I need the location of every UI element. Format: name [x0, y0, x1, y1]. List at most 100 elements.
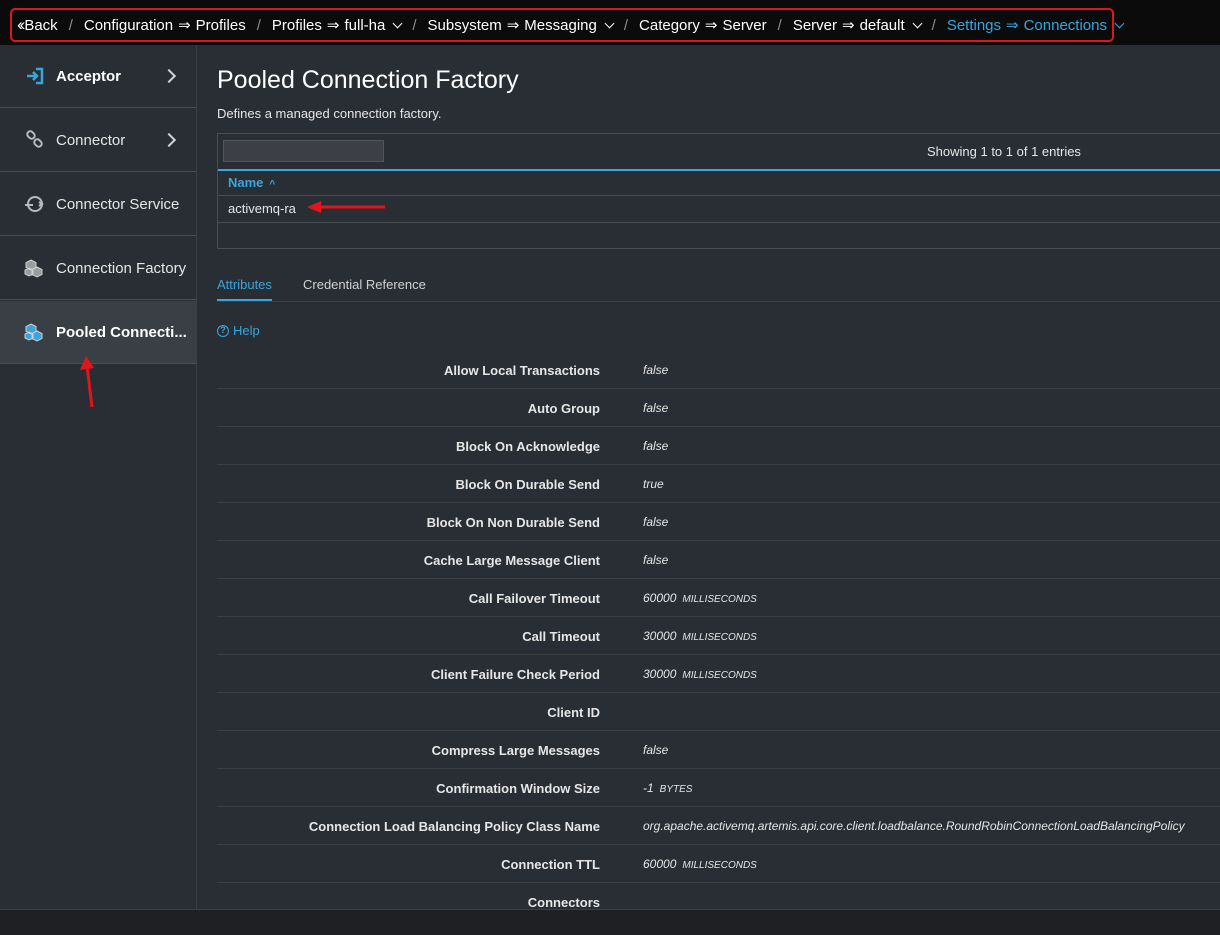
question-circle-icon: ?	[217, 324, 229, 337]
attribute-unit: BYTES	[659, 784, 693, 795]
table-toolbar: Showing 1 to 1 of 1 entries	[218, 134, 1220, 171]
attribute-row: Client ID	[217, 693, 1220, 731]
attribute-value-text: false	[643, 363, 669, 377]
column-header-name[interactable]: Name ^	[228, 175, 275, 190]
attribute-row: Confirmation Window Size -1 BYTES	[217, 769, 1220, 807]
breadcrumb: ‹‹ Back / Configuration ⇒ Profiles / Pro…	[10, 8, 1125, 42]
attribute-value: -1 BYTES	[643, 781, 692, 795]
attribute-label: Block On Acknowledge	[456, 439, 600, 454]
attribute-value	[643, 895, 649, 909]
row-name-cell: activemq-ra	[228, 201, 296, 216]
sort-ascending-icon: ^	[269, 179, 276, 190]
sidebar-item-connector-service[interactable]: Connector Service	[0, 173, 196, 236]
attribute-value: false	[643, 439, 674, 453]
attribute-value-text: false	[643, 515, 669, 529]
breadcrumb-separator: /	[623, 16, 629, 34]
sign-in-icon	[23, 65, 47, 87]
attribute-label: Call Timeout	[522, 629, 600, 644]
attribute-row: Block On Acknowledge false	[217, 427, 1220, 465]
breadcrumb-item-server[interactable]: Server ⇒ default	[793, 16, 923, 34]
breadcrumb-item-configuration[interactable]: Configuration ⇒ Profiles	[83, 16, 246, 35]
tab-attributes[interactable]: Attributes	[217, 277, 272, 301]
chevron-down-icon[interactable]	[604, 18, 615, 28]
help-label: Help	[233, 323, 260, 338]
breadcrumb-separator: /	[777, 16, 782, 34]
attribute-value-text: 60000	[643, 857, 677, 871]
back-link[interactable]: ‹‹ Back	[17, 15, 58, 35]
sidebar-item-connection-factory[interactable]: Connection Factory	[0, 237, 196, 300]
page-title: Pooled Connection Factory	[217, 66, 519, 94]
sidebar-item-label: Acceptor	[56, 67, 122, 85]
breadcrumb-item-profiles[interactable]: Profiles ⇒ full-ha	[271, 16, 403, 34]
attribute-row: Connection Load Balancing Policy Class N…	[217, 807, 1220, 845]
breadcrumb-separator: /	[931, 16, 936, 34]
attribute-label: Compress Large Messages	[431, 743, 600, 758]
breadcrumb-child: Messaging	[524, 16, 597, 34]
attribute-unit: MILLISECONDS	[682, 860, 757, 871]
attribute-label: Cache Large Message Client	[423, 553, 600, 568]
breadcrumb-arrow: ⇒	[842, 17, 855, 34]
breadcrumb-arrow: ⇒	[506, 17, 520, 34]
sidebar-item-label: Connector Service	[56, 195, 180, 213]
attribute-value-text: true	[643, 477, 664, 491]
breadcrumb-parent: Subsystem	[427, 16, 502, 34]
back-label: Back	[24, 16, 58, 34]
chevron-down-icon[interactable]	[912, 18, 923, 28]
attribute-label: Block On Non Durable Send	[426, 515, 600, 530]
sidebar-item-acceptor[interactable]: Acceptor	[0, 45, 196, 108]
breadcrumb-parent: Configuration	[83, 16, 174, 34]
chevron-down-icon[interactable]	[1114, 18, 1125, 28]
cubes-icon	[23, 321, 47, 343]
sidebar: Acceptor Connector Connector Service Con…	[0, 45, 197, 909]
column-header-label: Name	[228, 175, 264, 190]
pagination-info: Showing 1 to 1 of 1 entries	[927, 144, 1081, 159]
attribute-row: Auto Group false	[217, 389, 1220, 427]
attribute-label: Client ID	[547, 705, 600, 720]
breadcrumb-child: full-ha	[344, 16, 386, 34]
attribute-row: Client Failure Check Period 30000 MILLISEC…	[217, 655, 1220, 693]
filter-input[interactable]	[223, 140, 384, 162]
attribute-value-text: false	[643, 401, 669, 415]
cubes-icon	[23, 257, 47, 279]
breadcrumb-child: Server	[722, 16, 767, 34]
attribute-label: Connection TTL	[501, 857, 600, 872]
attribute-row: Call Timeout 30000 MILLISECONDS	[217, 617, 1220, 655]
attribute-value: false	[643, 515, 674, 529]
help-link[interactable]: ? Help	[217, 323, 260, 338]
attribute-value	[643, 705, 649, 719]
attribute-unit: MILLISECONDS	[682, 670, 757, 681]
sidebar-item-connector[interactable]: Connector	[0, 109, 196, 172]
attribute-row: Call Failover Timeout 60000 MILLISECONDS	[217, 579, 1220, 617]
breadcrumb-item-category[interactable]: Category ⇒ Server	[639, 16, 767, 35]
attribute-label: Confirmation Window Size	[436, 781, 600, 796]
breadcrumb-arrow: ⇒	[1006, 17, 1019, 34]
attribute-label: Allow Local Transactions	[443, 363, 600, 378]
breadcrumb-item-subsystem[interactable]: Subsystem ⇒ Messaging	[427, 16, 615, 34]
attribute-row: Block On Non Durable Send false	[217, 503, 1220, 541]
breadcrumb-child: Profiles	[195, 16, 246, 34]
attribute-value-text: false	[643, 439, 669, 453]
annotation-arrow-icon	[80, 356, 94, 408]
chevron-right-icon	[161, 132, 177, 148]
chevron-down-icon[interactable]	[392, 18, 403, 28]
attribute-value-text: org.apache.activemq.artemis.api.core.cli…	[643, 819, 1185, 833]
attribute-unit: MILLISECONDS	[682, 594, 757, 605]
attribute-label: Call Failover Timeout	[468, 591, 600, 606]
attribute-value-text: -1	[643, 781, 654, 795]
tab-credential-reference[interactable]: Credential Reference	[303, 277, 426, 299]
breadcrumb-parent: Profiles	[271, 16, 322, 34]
attribute-value-text: false	[643, 553, 669, 567]
attribute-row: Compress Large Messages false	[217, 731, 1220, 769]
breadcrumb-separator: /	[412, 16, 417, 34]
attribute-value: true	[643, 477, 670, 491]
attribute-value: false	[643, 553, 674, 567]
sidebar-item-label: Connection Factory	[56, 259, 187, 277]
attribute-label: Client Failure Check Period	[430, 667, 600, 682]
breadcrumb-item-settings[interactable]: Settings ⇒ Connections	[947, 16, 1125, 34]
attribute-label: Connectors	[527, 895, 600, 909]
attribute-value-text: 30000	[643, 667, 677, 681]
attribute-value: org.apache.activemq.artemis.api.core.cli…	[643, 819, 1191, 833]
breadcrumb-separator: /	[68, 16, 73, 34]
attribute-row: Block On Durable Send true	[217, 465, 1220, 503]
footer-bar	[0, 909, 1220, 935]
